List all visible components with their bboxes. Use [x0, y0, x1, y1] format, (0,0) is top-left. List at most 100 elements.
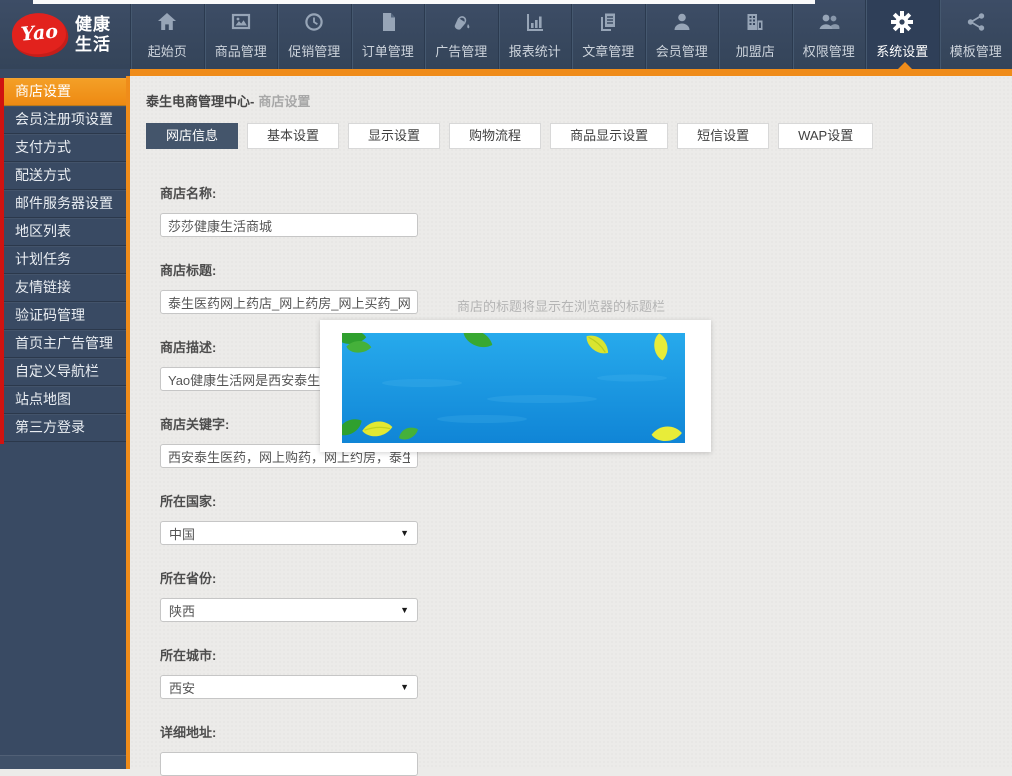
sidebar-item-captcha[interactable]: 验证码管理	[0, 302, 130, 330]
logo-line1: 健康	[75, 15, 111, 35]
nav-item-label: 起始页	[148, 41, 187, 60]
tab-product-display[interactable]: 商品显示设置	[550, 123, 668, 149]
nav-item-label: 文章管理	[582, 41, 634, 60]
breadcrumb-section: 商店设置	[258, 94, 310, 109]
bar-chart-icon	[524, 10, 546, 34]
nav-item-permissions[interactable]: 权限管理	[792, 0, 866, 69]
sidebar-item-shipping-methods[interactable]: 配送方式	[0, 162, 130, 190]
user-icon	[671, 10, 693, 34]
sidebar-item-sitemap[interactable]: 站点地图	[0, 386, 130, 414]
sidebar-item-mail-server[interactable]: 邮件服务器设置	[0, 190, 130, 218]
nav-item-label: 模板管理	[950, 41, 1002, 60]
city-label: 所在城市:	[160, 645, 1012, 660]
share-icon	[965, 10, 987, 34]
tab-sms-settings[interactable]: 短信设置	[677, 123, 769, 149]
nav-item-label: 广告管理	[435, 41, 487, 60]
sidebar-orange-accent	[126, 76, 130, 769]
nav-item-label: 系统设置	[876, 41, 928, 60]
dropdown-arrow-icon: ▼	[400, 683, 409, 692]
sidebar-footer-strip	[0, 755, 126, 769]
shop-info-form: 商店名称: 商店标题: 商店的标题将显示在浏览器的标题栏 商店描述: 商店关键字…	[146, 183, 1012, 776]
logo-text: 健康 生活	[75, 15, 111, 55]
document-icon	[377, 10, 399, 34]
floating-banner-image	[320, 320, 711, 452]
app-logo: Yao 健康 生活	[0, 0, 130, 69]
nav-item-label: 报表统计	[509, 41, 561, 60]
nav-item-members[interactable]: 会员管理	[645, 0, 719, 69]
country-label: 所在国家:	[160, 491, 1012, 506]
logo-brand-text: Yao	[20, 20, 59, 45]
home-icon	[156, 10, 178, 34]
field-address: 详细地址:	[160, 722, 1012, 776]
sidebar-item-friend-links[interactable]: 友情链接	[0, 274, 130, 302]
city-select[interactable]: 西安 ▼	[160, 675, 418, 699]
dropdown-arrow-icon: ▼	[400, 606, 409, 615]
sidebar-item-region-list[interactable]: 地区列表	[0, 218, 130, 246]
province-label: 所在省份:	[160, 568, 1012, 583]
tab-shop-info[interactable]: 网店信息	[146, 123, 238, 149]
window-top-edge	[33, 0, 815, 4]
breadcrumb-title: 泰生电商管理中心-	[146, 94, 254, 109]
sidebar-item-member-registration[interactable]: 会员注册项设置	[0, 106, 130, 134]
field-shop-title: 商店标题: 商店的标题将显示在浏览器的标题栏	[160, 260, 1012, 314]
nav-item-label: 商品管理	[215, 41, 267, 60]
users-icon	[817, 10, 841, 34]
sidebar-item-shop-settings[interactable]: 商店设置	[0, 78, 130, 106]
nav-item-promotions[interactable]: 促销管理	[277, 0, 351, 69]
sidebar-item-payment-methods[interactable]: 支付方式	[0, 134, 130, 162]
province-select-value: 陕西	[169, 601, 195, 620]
paint-bucket-icon	[450, 10, 472, 34]
active-nav-caret-icon	[897, 62, 913, 70]
sidebar-item-custom-navbar[interactable]: 自定义导航栏	[0, 358, 130, 386]
logo-line2: 生活	[75, 35, 111, 55]
settings-tabs: 网店信息 基本设置 显示设置 购物流程 商品显示设置 短信设置 WAP设置	[146, 123, 1012, 149]
building-icon	[744, 10, 766, 34]
shop-title-input[interactable]	[160, 290, 418, 314]
shop-title-hint: 商店的标题将显示在浏览器的标题栏	[457, 296, 665, 315]
address-input[interactable]	[160, 752, 418, 776]
nav-item-ads[interactable]: 广告管理	[424, 0, 498, 69]
dropdown-arrow-icon: ▼	[400, 529, 409, 538]
clock-icon	[303, 10, 325, 34]
nav-item-label: 订单管理	[362, 41, 414, 60]
tab-display-settings[interactable]: 显示设置	[348, 123, 440, 149]
orange-accent-bar	[130, 69, 1012, 76]
nav-item-articles[interactable]: 文章管理	[571, 0, 645, 69]
nav-item-label: 权限管理	[803, 41, 855, 60]
banner-graphic	[342, 333, 685, 443]
field-province: 所在省份: 陕西 ▼	[160, 568, 1012, 622]
nav-item-franchise[interactable]: 加盟店	[718, 0, 792, 69]
tab-basic-settings[interactable]: 基本设置	[247, 123, 339, 149]
nav-item-home[interactable]: 起始页	[130, 0, 204, 69]
shop-title-label: 商店标题:	[160, 260, 1012, 275]
province-select[interactable]: 陕西 ▼	[160, 598, 418, 622]
gear-icon	[891, 10, 913, 34]
sidebar-menu: 商店设置 会员注册项设置 支付方式 配送方式 邮件服务器设置 地区列表 计划任务…	[0, 69, 130, 442]
address-label: 详细地址:	[160, 722, 1012, 737]
picture-icon	[230, 10, 252, 34]
sidebar-item-scheduled-tasks[interactable]: 计划任务	[0, 246, 130, 274]
nav-item-templates[interactable]: 模板管理	[939, 0, 1012, 69]
nav-item-system-settings[interactable]: 系统设置	[865, 0, 939, 69]
sidebar-red-accent	[0, 78, 4, 444]
field-city: 所在城市: 西安 ▼	[160, 645, 1012, 699]
sidebar-item-homepage-ads[interactable]: 首页主广告管理	[0, 330, 130, 358]
sidebar-item-third-party-login[interactable]: 第三方登录	[0, 414, 130, 442]
city-select-value: 西安	[169, 678, 195, 697]
tab-shopping-flow[interactable]: 购物流程	[449, 123, 541, 149]
pages-icon	[597, 10, 619, 34]
shop-name-input[interactable]	[160, 213, 418, 237]
country-select[interactable]: 中国 ▼	[160, 521, 418, 545]
top-navigation-bar: Yao 健康 生活 起始页 商品管理	[0, 0, 1012, 69]
nav-item-reports[interactable]: 报表统计	[498, 0, 572, 69]
country-select-value: 中国	[169, 524, 195, 543]
nav-item-products[interactable]: 商品管理	[204, 0, 278, 69]
tab-wap-settings[interactable]: WAP设置	[778, 123, 873, 149]
nav-item-label: 加盟店	[736, 41, 775, 60]
breadcrumb: 泰生电商管理中心- 商店设置	[146, 91, 1012, 107]
nav-item-orders[interactable]: 订单管理	[351, 0, 425, 69]
logo-blob-icon: Yao	[10, 10, 70, 59]
field-shop-name: 商店名称:	[160, 183, 1012, 237]
nav-item-label: 促销管理	[288, 41, 340, 60]
nav-item-label: 会员管理	[656, 41, 708, 60]
